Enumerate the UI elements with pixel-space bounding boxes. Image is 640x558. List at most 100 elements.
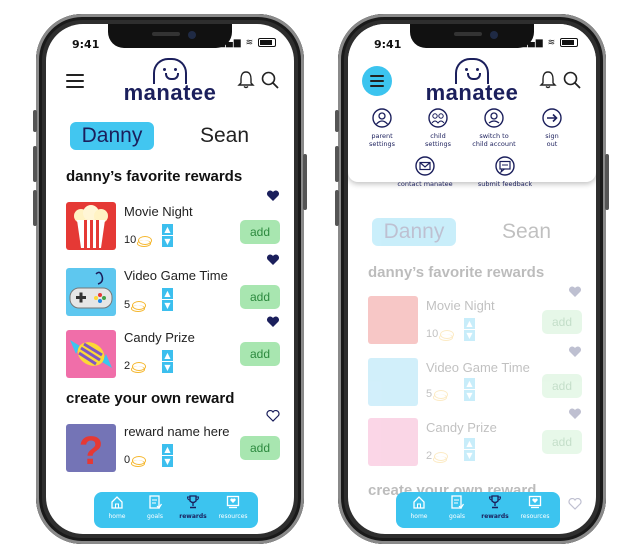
heart-filled-icon[interactable]: [266, 190, 280, 202]
add-button[interactable]: add: [542, 430, 582, 454]
tab-child-sean[interactable]: Sean: [200, 122, 270, 150]
menu-switch-child-account[interactable]: switch to child account: [466, 108, 522, 148]
game-controller-icon: [368, 358, 418, 406]
add-button[interactable]: add: [240, 285, 280, 309]
resources-icon: [226, 495, 240, 509]
tab-child-sean[interactable]: Sean: [502, 218, 572, 246]
nav-label: resources: [218, 513, 248, 520]
nav-label: goals: [449, 513, 465, 520]
custom-reward-title: create your own reward: [66, 390, 235, 407]
child-tabs: Danny Sean: [348, 218, 596, 248]
nav-label: goals: [147, 513, 163, 520]
add-button[interactable]: add: [240, 342, 280, 366]
tab-child-danny[interactable]: Danny: [372, 218, 456, 246]
arrow-up-icon[interactable]: ▲: [464, 378, 475, 389]
wifi-icon: ≋: [547, 38, 557, 48]
parent-user-icon: [372, 108, 392, 128]
reward-name-input[interactable]: reward name here: [124, 424, 230, 439]
battery-icon: [560, 38, 578, 47]
trophy-icon: [488, 495, 502, 509]
reward-cost: 2: [426, 450, 449, 463]
arrow-up-icon[interactable]: ▲: [464, 438, 475, 449]
nav-label: resources: [520, 513, 550, 520]
goals-icon: [149, 495, 163, 509]
arrow-up-icon[interactable]: ▲: [464, 318, 475, 329]
arrow-up-icon[interactable]: ▲: [162, 224, 173, 235]
nav-rewards[interactable]: rewards: [476, 495, 514, 520]
child-tabs: Danny Sean: [46, 122, 294, 152]
home-icon: [111, 496, 123, 509]
candy-icon: [368, 418, 418, 466]
cost-stepper: ▲ ▼: [464, 318, 475, 342]
battery-icon: [258, 38, 276, 47]
reward-name: Video Game Time: [124, 268, 228, 283]
reward-cost: 10: [426, 328, 455, 341]
add-button[interactable]: add: [240, 436, 280, 460]
app-screen: 9:41 ▂▄▆ ≋ manatee Danny Sean danny’s fa…: [46, 24, 294, 534]
nav-label: rewards: [481, 513, 509, 520]
nav-home[interactable]: home: [98, 495, 136, 520]
child-user-icon: [428, 108, 448, 128]
sign-out-icon: [542, 108, 562, 128]
arrow-up-icon[interactable]: ▲: [162, 288, 173, 299]
nav-rewards[interactable]: rewards: [174, 495, 212, 520]
search-icon[interactable]: [562, 70, 582, 90]
coin-icon: [439, 329, 455, 341]
menu-submit-feedback[interactable]: submit feedback: [468, 156, 542, 188]
arrow-down-icon[interactable]: ▼: [464, 330, 475, 341]
app-screen-menu-open: Danny Sean danny’s favorite rewards Movi…: [348, 24, 596, 534]
menu-label: child: [430, 132, 446, 140]
coin-icon: [131, 300, 147, 312]
nav-label: home: [410, 513, 428, 520]
coin-icon: [137, 235, 153, 247]
arrow-up-icon[interactable]: ▲: [162, 444, 173, 455]
arrow-down-icon[interactable]: ▼: [162, 456, 173, 467]
arrow-up-icon[interactable]: ▲: [162, 350, 173, 361]
menu-label: out: [546, 140, 558, 148]
favorites-title: danny’s favorite rewards: [66, 168, 243, 185]
arrow-down-icon[interactable]: ▼: [464, 450, 475, 461]
reward-cost: 5: [124, 299, 147, 312]
heart-filled-icon[interactable]: [568, 346, 582, 358]
nav-goals[interactable]: goals: [136, 495, 174, 520]
tab-child-danny[interactable]: Danny: [70, 122, 154, 150]
goals-icon: [451, 495, 465, 509]
heart-filled-icon[interactable]: [568, 408, 582, 420]
phone-left: 9:41 ▂▄▆ ≋ manatee Danny Sean danny’s fa…: [33, 14, 307, 544]
arrow-down-icon[interactable]: ▼: [162, 300, 173, 311]
nav-home[interactable]: home: [400, 495, 438, 520]
bottom-nav: home goals rewards resources: [396, 492, 560, 528]
reward-name: Candy Prize: [124, 330, 195, 345]
heart-filled-icon[interactable]: [266, 254, 280, 266]
nav-resources[interactable]: resources: [516, 495, 554, 520]
reward-name: Movie Night: [124, 204, 193, 219]
nav-goals[interactable]: goals: [438, 495, 476, 520]
arrow-down-icon[interactable]: ▼: [464, 390, 475, 401]
search-icon[interactable]: [260, 70, 280, 90]
menu-child-settings[interactable]: child settings: [410, 108, 466, 148]
game-controller-icon: [66, 268, 116, 316]
trophy-icon: [186, 495, 200, 509]
heart-filled-icon[interactable]: [266, 316, 280, 328]
heart-filled-icon[interactable]: [568, 286, 582, 298]
menu-parent-settings[interactable]: parent settings: [354, 108, 410, 148]
bell-icon[interactable]: [236, 70, 256, 90]
add-button[interactable]: add: [542, 374, 582, 398]
status-time: 9:41: [374, 38, 402, 51]
arrow-down-icon[interactable]: ▼: [162, 362, 173, 373]
nav-resources[interactable]: resources: [214, 495, 252, 520]
heart-outline-icon[interactable]: [568, 498, 582, 510]
candy-icon: [66, 330, 116, 378]
menu-contact-manatee[interactable]: contact manatee: [388, 156, 462, 188]
bell-icon[interactable]: [538, 70, 558, 90]
add-button[interactable]: add: [240, 220, 280, 244]
arrow-down-icon[interactable]: ▼: [162, 236, 173, 247]
reward-name: Video Game Time: [426, 360, 530, 375]
menu-sign-out[interactable]: sign out: [524, 108, 580, 148]
menu-label: contact manatee: [397, 180, 453, 188]
manatee-face-icon: [455, 58, 489, 84]
cost-stepper: ▲ ▼: [162, 224, 173, 248]
reward-name: Candy Prize: [426, 420, 497, 435]
heart-outline-icon[interactable]: [266, 410, 280, 422]
add-button[interactable]: add: [542, 310, 582, 334]
